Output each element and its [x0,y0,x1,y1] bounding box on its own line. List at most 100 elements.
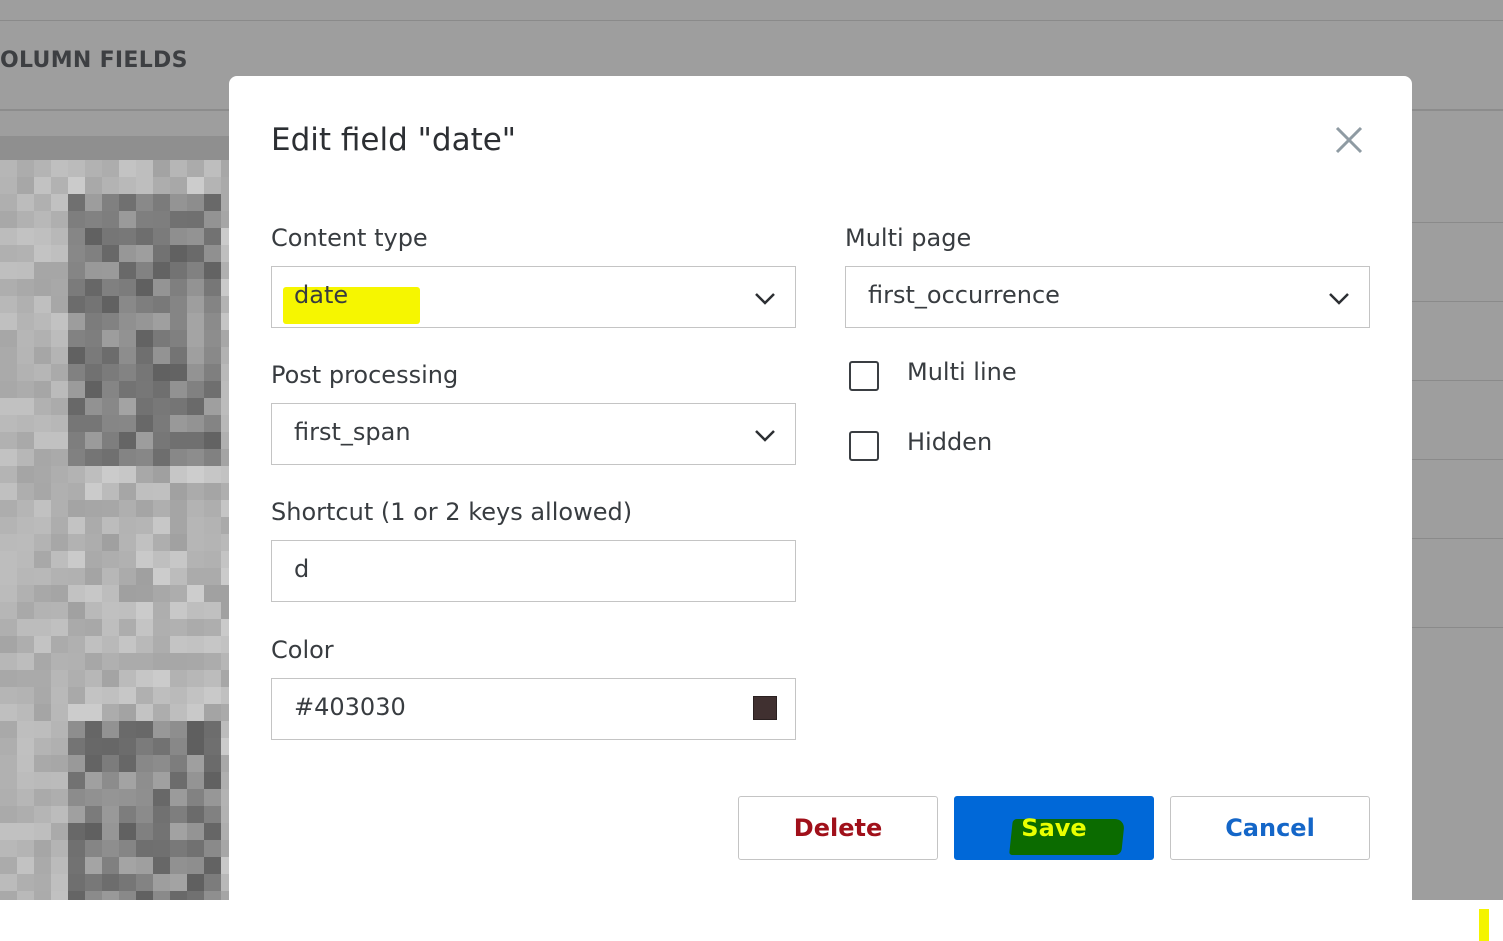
hidden-checkbox[interactable] [849,431,879,461]
multi-page-select[interactable]: first_occurrence [845,266,1370,328]
preview-pixel [85,466,102,483]
preview-pixel [153,602,170,619]
preview-pixel [119,194,136,211]
preview-pixel [0,364,17,381]
preview-pixel [119,262,136,279]
preview-pixel [17,874,34,891]
preview-pixel [170,568,187,585]
preview-pixel [0,636,17,653]
multi-line-checkbox[interactable] [849,361,879,391]
preview-pixel [119,160,136,177]
color-label: Color [271,636,334,664]
preview-pixel [68,228,85,245]
multi-page-label: Multi page [845,224,972,252]
preview-pixel [102,347,119,364]
preview-pixel [17,568,34,585]
preview-pixel [34,585,51,602]
cancel-button[interactable]: Cancel [1170,796,1370,860]
preview-pixel [0,806,17,823]
preview-pixel [187,551,204,568]
preview-pixel [204,738,221,755]
preview-pixel [85,330,102,347]
close-button[interactable] [1329,120,1369,160]
color-swatch[interactable] [753,696,777,720]
preview-pixel [85,296,102,313]
preview-pixel [102,755,119,772]
preview-pixel [51,466,68,483]
preview-pixel [204,721,221,738]
preview-pixel [102,432,119,449]
preview-pixel [153,551,170,568]
preview-pixel [204,296,221,313]
preview-pixel [51,636,68,653]
preview-pixel [102,789,119,806]
preview-pixel [170,602,187,619]
preview-pixel [170,211,187,228]
preview-pixel [68,806,85,823]
preview-pixel [51,313,68,330]
preview-pixel [170,313,187,330]
preview-pixel [153,874,170,891]
preview-pixel [204,806,221,823]
preview-pixel [17,262,34,279]
preview-pixel [34,517,51,534]
preview-pixel [102,619,119,636]
preview-pixel [119,891,136,900]
save-button-label: Save [1021,814,1087,842]
preview-pixel [170,653,187,670]
preview-pixel [34,670,51,687]
preview-pixel [204,449,221,466]
preview-pixel [102,381,119,398]
preview-pixel [204,653,221,670]
preview-pixel [136,432,153,449]
preview-pixel [0,704,17,721]
preview-pixel [187,721,204,738]
preview-pixel [0,228,17,245]
preview-pixel [204,636,221,653]
preview-pixel [34,704,51,721]
preview-pixel [187,738,204,755]
preview-pixel [85,653,102,670]
save-button[interactable]: Save [954,796,1154,860]
preview-pixel [187,517,204,534]
preview-pixel [153,398,170,415]
preview-pixel [187,772,204,789]
preview-pixel [68,415,85,432]
edit-field-dialog: Edit field "date" Content type date Post… [229,76,1412,900]
preview-pixel [0,551,17,568]
preview-pixel [187,534,204,551]
preview-pixel [119,687,136,704]
delete-button[interactable]: Delete [738,796,938,860]
preview-pixel [17,398,34,415]
preview-pixel [17,738,34,755]
preview-pixel [17,806,34,823]
preview-pixel [119,211,136,228]
shortcut-input[interactable]: d [271,540,796,602]
preview-pixel [170,262,187,279]
preview-pixel [136,347,153,364]
preview-pixel [68,721,85,738]
preview-pixel [0,347,17,364]
preview-pixel [68,602,85,619]
preview-pixel [204,687,221,704]
preview-pixel [102,330,119,347]
preview-pixel [119,874,136,891]
preview-pixel [204,347,221,364]
color-input[interactable]: #403030 [271,678,796,740]
preview-pixel [34,330,51,347]
preview-pixel [153,568,170,585]
preview-pixel [153,687,170,704]
preview-pixel [0,177,17,194]
preview-pixel [34,738,51,755]
preview-pixel [85,755,102,772]
content-type-select[interactable]: date [271,266,796,328]
preview-pixel [119,806,136,823]
preview-pixel [119,517,136,534]
preview-pixel [170,432,187,449]
content-type-value: date [294,281,349,309]
preview-pixel [204,381,221,398]
section-header: OLUMN FIELDS [0,48,188,73]
post-processing-select[interactable]: first_span [271,403,796,465]
preview-pixel [85,704,102,721]
preview-pixel [153,432,170,449]
